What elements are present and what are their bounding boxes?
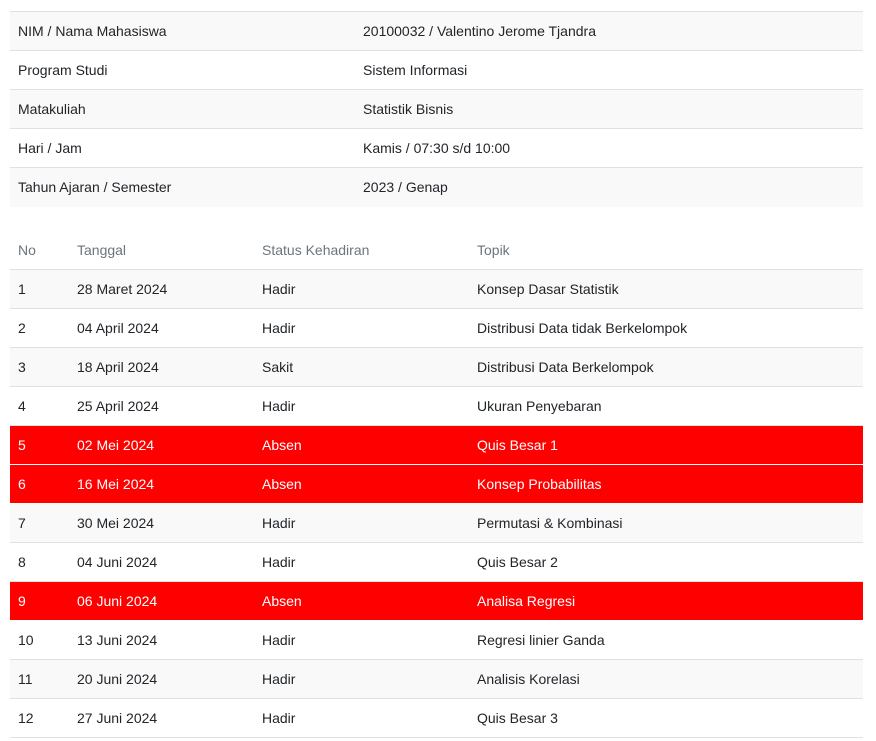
cell-no: 1 bbox=[10, 269, 69, 309]
column-header-no: No bbox=[10, 230, 69, 270]
cell-no: 8 bbox=[10, 542, 69, 582]
cell-date: 06 Juni 2024 bbox=[69, 581, 254, 621]
cell-status: Absen bbox=[254, 464, 469, 504]
info-value: 2023 / Genap bbox=[355, 167, 863, 207]
table-row: 7 30 Mei 2024 Hadir Permutasi & Kombinasi bbox=[10, 503, 863, 543]
attendance-table: No Tanggal Status Kehadiran Topik 1 28 Ma… bbox=[10, 230, 863, 738]
cell-no: 11 bbox=[10, 659, 69, 699]
table-row: 2 04 April 2024 Hadir Distribusi Data tidak… bbox=[10, 308, 863, 348]
table-row: 1 28 Maret 2024 Hadir Konsep Dasar Statisti… bbox=[10, 269, 863, 309]
cell-topic: Distribusi Data Berkelompok bbox=[469, 347, 863, 387]
cell-status: Absen bbox=[254, 581, 469, 621]
cell-no: 10 bbox=[10, 620, 69, 660]
info-row-course: Matakuliah Statistik Bisnis bbox=[10, 89, 863, 129]
cell-topic: Distribusi Data tidak Berkelompok bbox=[469, 308, 863, 348]
cell-no: 6 bbox=[10, 464, 69, 504]
cell-status: Hadir bbox=[254, 659, 469, 699]
info-row-program: Program Studi Sistem Informasi bbox=[10, 50, 863, 90]
info-row-schedule: Hari / Jam Kamis / 07:30 s/d 10:00 bbox=[10, 128, 863, 168]
cell-status: Hadir bbox=[254, 308, 469, 348]
cell-topic: Quis Besar 1 bbox=[469, 425, 863, 465]
cell-no: 3 bbox=[10, 347, 69, 387]
cell-status: Hadir bbox=[254, 542, 469, 582]
cell-date: 02 Mei 2024 bbox=[69, 425, 254, 465]
cell-topic: Permutasi & Kombinasi bbox=[469, 503, 863, 543]
cell-no: 12 bbox=[10, 698, 69, 738]
cell-date: 16 Mei 2024 bbox=[69, 464, 254, 504]
info-label: Program Studi bbox=[10, 50, 355, 90]
cell-status: Sakit bbox=[254, 347, 469, 387]
cell-status: Hadir bbox=[254, 620, 469, 660]
attendance-rows: 1 28 Maret 2024 Hadir Konsep Dasar Statisti… bbox=[10, 269, 863, 738]
column-header-status: Status Kehadiran bbox=[254, 230, 469, 270]
cell-status: Hadir bbox=[254, 698, 469, 738]
info-value: Sistem Informasi bbox=[355, 50, 863, 90]
table-row: 3 18 April 2024 Sakit Distribusi Data Berke… bbox=[10, 347, 863, 387]
cell-topic: Regresi linier Ganda bbox=[469, 620, 863, 660]
cell-date: 28 Maret 2024 bbox=[69, 269, 254, 309]
cell-date: 13 Juni 2024 bbox=[69, 620, 254, 660]
table-row: 4 25 April 2024 Hadir Ukuran Penyebaran bbox=[10, 386, 863, 426]
info-value: Kamis / 07:30 s/d 10:00 bbox=[355, 128, 863, 168]
cell-date: 25 April 2024 bbox=[69, 386, 254, 426]
info-label: NIM / Nama Mahasiswa bbox=[10, 11, 355, 51]
cell-no: 7 bbox=[10, 503, 69, 543]
cell-no: 4 bbox=[10, 386, 69, 426]
info-value: Statistik Bisnis bbox=[355, 89, 863, 129]
column-header-topic: Topik bbox=[469, 230, 863, 270]
cell-status: Hadir bbox=[254, 386, 469, 426]
info-row-semester: Tahun Ajaran / Semester 2023 / Genap bbox=[10, 167, 863, 207]
cell-date: 20 Juni 2024 bbox=[69, 659, 254, 699]
student-info-table: NIM / Nama Mahasiswa 20100032 / Valentin… bbox=[10, 11, 863, 207]
cell-topic: Analisa Regresi bbox=[469, 581, 863, 621]
column-header-date: Tanggal bbox=[69, 230, 254, 270]
cell-date: 04 Juni 2024 bbox=[69, 542, 254, 582]
cell-date: 27 Juni 2024 bbox=[69, 698, 254, 738]
cell-topic: Ukuran Penyebaran bbox=[469, 386, 863, 426]
table-row: 5 02 Mei 2024 Absen Quis Besar 1 bbox=[10, 425, 863, 465]
info-label: Matakuliah bbox=[10, 89, 355, 129]
page-content: NIM / Nama Mahasiswa 20100032 / Valentin… bbox=[10, 11, 863, 738]
table-row: 9 06 Juni 2024 Absen Analisa Regresi bbox=[10, 581, 863, 621]
table-row: 11 20 Juni 2024 Hadir Analisis Korelasi bbox=[10, 659, 863, 699]
cell-status: Absen bbox=[254, 425, 469, 465]
table-row: 12 27 Juni 2024 Hadir Quis Besar 3 bbox=[10, 698, 863, 738]
cell-date: 04 April 2024 bbox=[69, 308, 254, 348]
table-row: 10 13 Juni 2024 Hadir Regresi linier Ganda bbox=[10, 620, 863, 660]
cell-topic: Konsep Probabilitas bbox=[469, 464, 863, 504]
cell-no: 5 bbox=[10, 425, 69, 465]
table-row: 6 16 Mei 2024 Absen Konsep Probabilitas bbox=[10, 464, 863, 504]
cell-topic: Konsep Dasar Statistik bbox=[469, 269, 863, 309]
cell-topic: Analisis Korelasi bbox=[469, 659, 863, 699]
cell-topic: Quis Besar 3 bbox=[469, 698, 863, 738]
info-row-student: NIM / Nama Mahasiswa 20100032 / Valentin… bbox=[10, 11, 863, 51]
attendance-header-row: No Tanggal Status Kehadiran Topik bbox=[10, 230, 863, 270]
cell-no: 2 bbox=[10, 308, 69, 348]
cell-no: 9 bbox=[10, 581, 69, 621]
cell-topic: Quis Besar 2 bbox=[469, 542, 863, 582]
info-label: Hari / Jam bbox=[10, 128, 355, 168]
cell-status: Hadir bbox=[254, 503, 469, 543]
cell-date: 18 April 2024 bbox=[69, 347, 254, 387]
info-value: 20100032 / Valentino Jerome Tjandra bbox=[355, 11, 863, 51]
table-row: 8 04 Juni 2024 Hadir Quis Besar 2 bbox=[10, 542, 863, 582]
cell-status: Hadir bbox=[254, 269, 469, 309]
cell-date: 30 Mei 2024 bbox=[69, 503, 254, 543]
info-label: Tahun Ajaran / Semester bbox=[10, 167, 355, 207]
